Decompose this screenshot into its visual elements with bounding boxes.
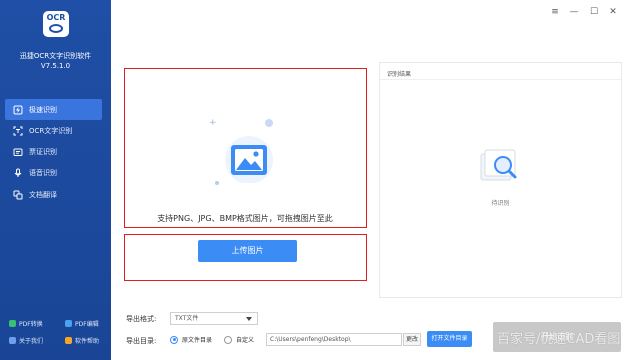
decor-dot-icon bbox=[265, 119, 273, 127]
radio-unselected-icon bbox=[224, 335, 232, 344]
help-icon bbox=[65, 337, 72, 344]
export-format-value: TXT文件 bbox=[175, 315, 199, 322]
watermark-text: 百家号/优速CAD看图 bbox=[497, 332, 621, 347]
pdf-convert-icon bbox=[9, 320, 16, 327]
sidebar-nav: 极速识别 OCR文字识别 票证识别 语音识别 文档翻译 bbox=[5, 99, 102, 205]
ticket-icon bbox=[13, 147, 23, 157]
magnifier-document-icon bbox=[480, 149, 517, 181]
radio-original-dir[interactable]: 原文件目录 bbox=[170, 335, 212, 344]
sidebar-item-translate[interactable]: 文档翻译 bbox=[5, 184, 102, 205]
info-icon bbox=[9, 337, 16, 344]
upload-image-button[interactable]: 上传图片 bbox=[198, 240, 297, 262]
radio-custom-dir[interactable]: 自定义 bbox=[224, 335, 254, 344]
sidebar-item-label: 极速识别 bbox=[29, 105, 57, 114]
result-empty-text: 待识别 bbox=[491, 200, 510, 207]
sidebar-item-label: 票证识别 bbox=[29, 148, 57, 157]
chevron-down-icon bbox=[246, 317, 252, 321]
sidebar: OCR 迅捷OCR文字识别软件 V7.5.1.0 极速识别 OCR文字识别 票证… bbox=[0, 0, 111, 360]
text-scan-icon bbox=[13, 126, 23, 136]
result-divider bbox=[380, 79, 621, 80]
pdf-convert-link[interactable]: PDF转换 bbox=[9, 319, 43, 328]
sparkle-icon: + bbox=[209, 118, 217, 128]
radio-original-label: 原文件目录 bbox=[182, 337, 213, 344]
close-button[interactable]: ✕ bbox=[607, 6, 619, 18]
sidebar-item-ocr[interactable]: OCR文字识别 bbox=[5, 120, 102, 141]
about-label: 关于我们 bbox=[19, 338, 44, 345]
radio-custom-label: 自定义 bbox=[236, 337, 255, 344]
upload-zone: 上传图片 bbox=[124, 234, 367, 281]
pdf-edit-icon bbox=[65, 320, 72, 327]
lightning-icon bbox=[13, 105, 23, 115]
result-panel: 识别结果 待识别 bbox=[379, 62, 622, 298]
eye-icon bbox=[49, 24, 63, 33]
translate-icon bbox=[13, 190, 23, 200]
sidebar-item-label: 语音识别 bbox=[29, 169, 57, 178]
sidebar-item-label: OCR文字识别 bbox=[29, 126, 73, 135]
menu-icon[interactable]: ≡ bbox=[549, 6, 561, 18]
app-logo: OCR bbox=[43, 11, 69, 37]
export-format-select[interactable]: TXT文件 bbox=[170, 312, 258, 325]
app-version: V7.5.1.0 bbox=[40, 62, 71, 70]
pdf-convert-label: PDF转换 bbox=[19, 321, 43, 328]
image-icon bbox=[225, 136, 273, 183]
logo-text: OCR bbox=[46, 13, 66, 22]
sidebar-item-ticket[interactable]: 票证识别 bbox=[5, 142, 102, 163]
decor-dot-icon bbox=[215, 181, 219, 185]
app-name: 迅捷OCR文字识别软件 bbox=[19, 52, 92, 60]
microphone-icon bbox=[13, 168, 23, 178]
maximize-button[interactable]: ☐ bbox=[588, 6, 600, 18]
sidebar-item-voice[interactable]: 语音识别 bbox=[5, 163, 102, 184]
result-title: 识别结果 bbox=[387, 71, 412, 78]
drop-hint-text: 支持PNG、JPG、BMP格式图片，可拖拽图片至此 bbox=[157, 214, 333, 223]
radio-selected-icon bbox=[170, 335, 178, 344]
pdf-edit-label: PDF编辑 bbox=[75, 321, 99, 328]
minimize-button[interactable]: — bbox=[568, 6, 580, 18]
export-dir-label: 导出目录: bbox=[126, 337, 157, 345]
sidebar-item-label: 文档翻译 bbox=[29, 190, 57, 199]
help-link[interactable]: 软件帮助 bbox=[65, 336, 99, 345]
export-format-label: 导出格式: bbox=[126, 315, 157, 323]
help-label: 软件帮助 bbox=[75, 338, 100, 345]
export-path-field[interactable]: C:\Users\penfeng\Desktop\ bbox=[266, 333, 402, 346]
open-dir-button[interactable]: 打开文件目录 bbox=[427, 331, 472, 347]
sidebar-item-fast-recognition[interactable]: 极速识别 bbox=[5, 99, 102, 120]
image-drop-area[interactable]: + 支持PNG、JPG、BMP格式图片，可拖拽图片至此 bbox=[124, 68, 367, 228]
change-dir-button[interactable]: 更改 bbox=[403, 333, 421, 346]
pdf-edit-link[interactable]: PDF编辑 bbox=[65, 319, 99, 328]
about-link[interactable]: 关于我们 bbox=[9, 336, 43, 345]
